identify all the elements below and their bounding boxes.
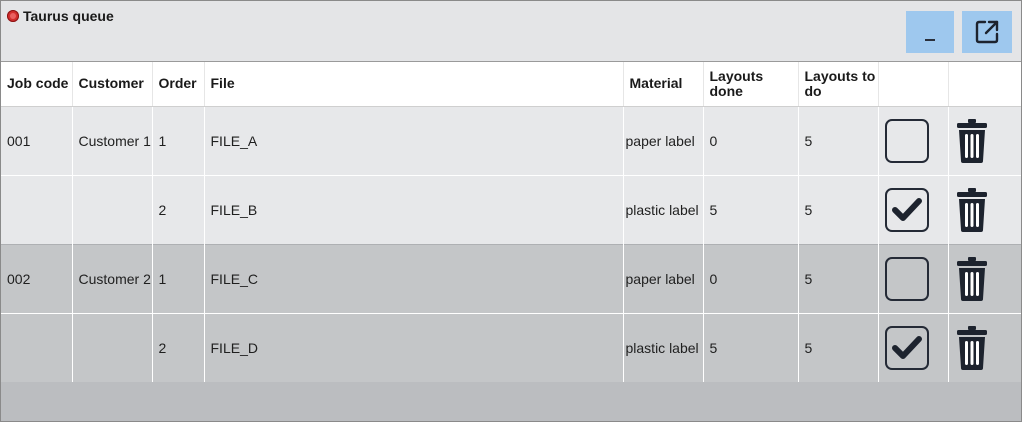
job-code-cell: 001 xyxy=(1,106,73,175)
trash-icon[interactable] xyxy=(955,325,989,370)
column-header-select xyxy=(878,62,949,107)
select-cell xyxy=(878,243,949,313)
layouts-to-do-cell: 5 xyxy=(798,312,879,382)
file-cell: FILE_D xyxy=(204,312,624,382)
empty-queue-area xyxy=(1,382,1021,421)
popout-button[interactable] xyxy=(962,11,1012,53)
select-cell xyxy=(878,312,949,382)
row-checkbox[interactable] xyxy=(884,256,929,301)
queue-table: Job code Customer Order File Material La… xyxy=(1,62,1021,382)
external-link-icon xyxy=(975,20,999,44)
column-header-file: File xyxy=(204,62,624,107)
column-header-layouts-to-do: Layouts to do xyxy=(798,62,879,107)
title-bar: Taurus queue xyxy=(1,1,1021,62)
order-cell: 1 xyxy=(152,243,205,313)
row-checkbox[interactable] xyxy=(884,325,929,370)
material-cell: paper label xyxy=(623,106,704,175)
material-cell: paper label xyxy=(623,243,704,313)
customer-cell xyxy=(72,312,153,382)
layouts-to-do-cell: 5 xyxy=(798,106,879,175)
column-header-order: Order xyxy=(152,62,205,107)
order-cell: 2 xyxy=(152,174,205,244)
material-cell: plastic label xyxy=(623,174,704,244)
job-code-cell xyxy=(1,174,73,244)
job-code-cell: 002 xyxy=(1,243,73,313)
customer-cell: Customer 1 xyxy=(72,106,153,175)
select-cell xyxy=(878,106,949,175)
delete-cell xyxy=(948,174,1021,244)
file-cell: FILE_C xyxy=(204,243,624,313)
row-checkbox[interactable] xyxy=(884,118,929,163)
table-row[interactable]: 2 FILE_B plastic label 5 5 xyxy=(1,174,1021,244)
column-header-delete xyxy=(948,62,1021,107)
trash-icon[interactable] xyxy=(955,187,989,232)
layouts-done-cell: 0 xyxy=(703,243,799,313)
order-cell: 2 xyxy=(152,312,205,382)
file-cell: FILE_A xyxy=(204,106,624,175)
taurus-queue-window: Taurus queue Job code Customer Order Fil… xyxy=(0,0,1022,422)
select-cell xyxy=(878,174,949,244)
minimize-icon xyxy=(925,39,935,41)
table-row[interactable]: 2 FILE_D plastic label 5 5 xyxy=(1,312,1021,382)
row-checkbox[interactable] xyxy=(884,187,929,232)
column-header-job-code: Job code xyxy=(1,62,73,107)
trash-icon[interactable] xyxy=(955,256,989,301)
delete-cell xyxy=(948,243,1021,313)
file-cell: FILE_B xyxy=(204,174,624,244)
table-header-row: Job code Customer Order File Material La… xyxy=(1,62,1021,107)
status-indicator-icon xyxy=(7,10,19,22)
table-row[interactable]: 002 Customer 2 1 FILE_C paper label 0 5 xyxy=(1,243,1021,313)
order-cell: 1 xyxy=(152,106,205,175)
column-header-material: Material xyxy=(623,62,704,107)
delete-cell xyxy=(948,106,1021,175)
layouts-done-cell: 5 xyxy=(703,174,799,244)
minimize-button[interactable] xyxy=(906,11,954,53)
material-cell: plastic label xyxy=(623,312,704,382)
layouts-done-cell: 0 xyxy=(703,106,799,175)
column-header-customer: Customer xyxy=(72,62,153,107)
customer-cell xyxy=(72,174,153,244)
layouts-to-do-cell: 5 xyxy=(798,174,879,244)
trash-icon[interactable] xyxy=(955,118,989,163)
checkmark-icon xyxy=(891,335,922,359)
layouts-to-do-cell: 5 xyxy=(798,243,879,313)
layouts-done-cell: 5 xyxy=(703,312,799,382)
column-header-layouts-done: Layouts done xyxy=(703,62,799,107)
delete-cell xyxy=(948,312,1021,382)
customer-cell: Customer 2 xyxy=(72,243,153,313)
job-code-cell xyxy=(1,312,73,382)
table-row[interactable]: 001 Customer 1 1 FILE_A paper label 0 5 xyxy=(1,106,1021,175)
checkmark-icon xyxy=(891,197,922,221)
window-title: Taurus queue xyxy=(23,8,114,24)
